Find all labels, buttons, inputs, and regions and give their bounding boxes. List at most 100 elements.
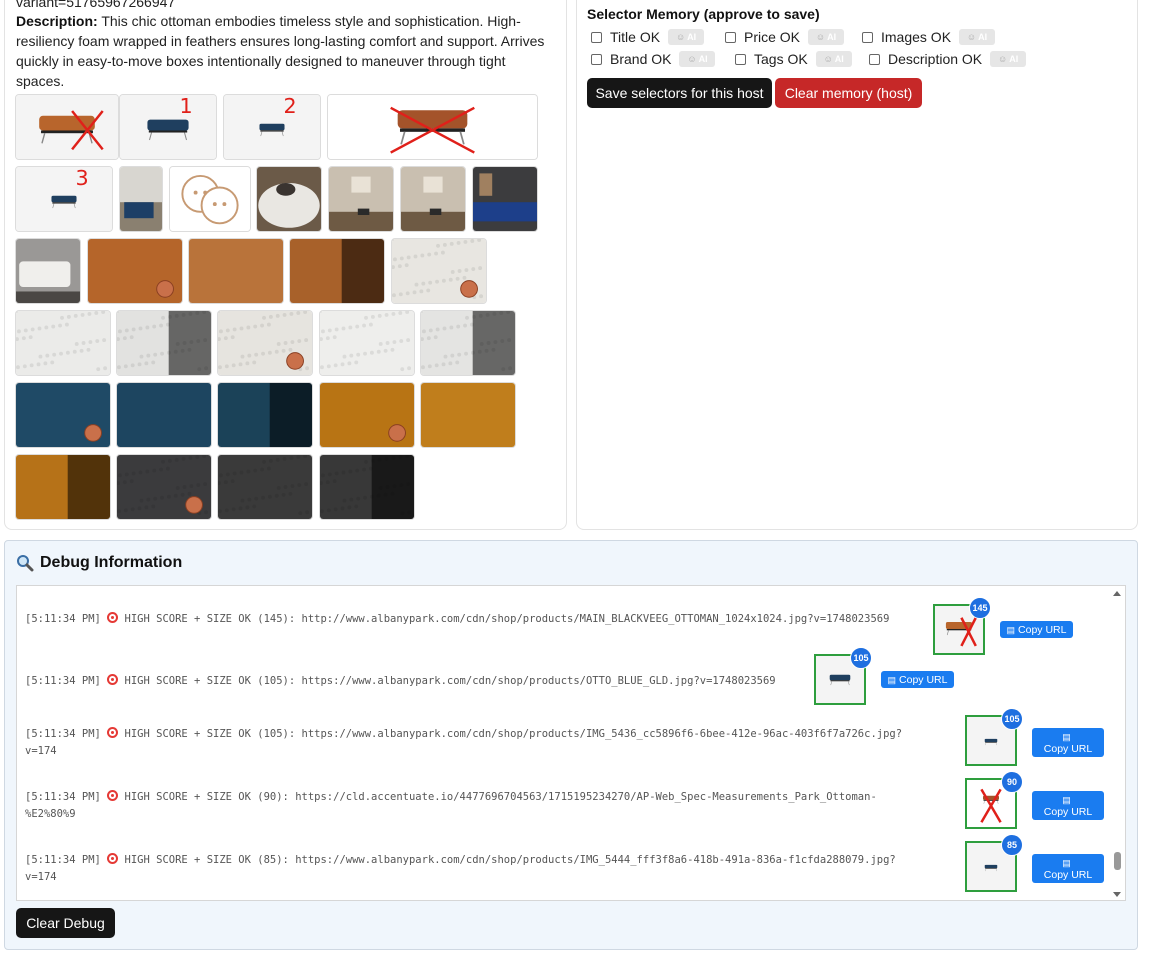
gallery-thumbnail[interactable] [319, 310, 415, 376]
log-thumbnail[interactable]: 105 [814, 647, 872, 705]
debug-title: Debug Information [40, 554, 183, 571]
scroll-thumb[interactable] [1114, 852, 1121, 870]
selector-check-brand[interactable]: Brand OK ☺ AI [591, 51, 716, 67]
check-label: Title OK [610, 29, 661, 45]
gallery-thumbnail[interactable] [400, 166, 466, 232]
robot-icon: ☺ [687, 54, 697, 64]
checkbox[interactable] [862, 31, 873, 43]
ai-label: AI [1009, 54, 1019, 64]
copy-url-label: Copy URL [1043, 742, 1093, 755]
ai-suggest-badge[interactable]: ☺ AI [668, 29, 705, 45]
gallery-thumbnail[interactable] [119, 166, 163, 232]
debug-log[interactable]: [5:11:34 PM] HIGH SCORE + SIZE OK (145):… [16, 585, 1126, 901]
magnifier-icon [17, 555, 34, 572]
checkbox[interactable] [735, 53, 746, 65]
check-label: Description OK [888, 51, 983, 67]
gallery-thumbnail[interactable] [319, 382, 415, 448]
target-icon [107, 790, 119, 801]
gallery-thumbnail[interactable]: 3 [15, 166, 113, 232]
gallery-thumbnail[interactable]: 2 [223, 94, 321, 160]
gallery-thumbnail[interactable] [15, 238, 81, 304]
ai-suggest-badge[interactable]: ☺ AI [808, 29, 845, 45]
ai-label: AI [834, 54, 844, 64]
gallery-thumbnail[interactable]: 1 [119, 94, 217, 160]
clipboard-icon: ▤ [1062, 794, 1071, 805]
score-badge: 145 [969, 597, 991, 619]
clear-memory-button[interactable]: Clear memory (host) [775, 78, 922, 108]
gallery-thumbnail[interactable] [87, 238, 183, 304]
gallery-thumbnail[interactable] [217, 382, 313, 448]
gallery-thumbnail[interactable] [116, 382, 212, 448]
log-thumbnail[interactable]: 85 [965, 834, 1023, 892]
copy-url-button[interactable]: ▤ Copy URL [1032, 791, 1104, 820]
score-badge: 85 [1001, 834, 1023, 856]
description-label: Description: [16, 13, 98, 29]
selector-check-tags[interactable]: Tags OK ☺ AI [735, 51, 852, 67]
copy-url-button[interactable]: ▤ Copy URL [1032, 728, 1104, 757]
checkbox[interactable] [591, 53, 602, 65]
save-selectors-button[interactable]: Save selectors for this host [587, 78, 772, 108]
clear-debug-button[interactable]: Clear Debug [16, 908, 115, 938]
gallery-thumbnail[interactable] [188, 238, 284, 304]
scroll-up-arrow-icon[interactable] [1113, 591, 1121, 596]
log-thumbnail[interactable]: 90 [965, 771, 1023, 829]
gallery-thumbnail[interactable] [391, 238, 487, 304]
log-scrollbar[interactable] [1111, 586, 1125, 900]
gallery-thumbnail[interactable] [169, 166, 251, 232]
product-preview-panel: variant=51765967266947 Description: This… [4, 0, 567, 530]
gallery-thumbnail[interactable] [116, 454, 212, 520]
ai-label: AI [698, 54, 708, 64]
debug-header: Debug Information [16, 554, 182, 572]
ai-label: AI [687, 32, 697, 42]
copy-url-button[interactable]: ▤ Copy URL [1032, 854, 1104, 883]
gallery-thumbnail[interactable] [420, 382, 516, 448]
log-text: [5:11:34 PM] HIGH SCORE + SIZE OK (90): … [25, 790, 877, 820]
ai-suggest-badge[interactable]: ☺ AI [990, 51, 1027, 67]
ai-suggest-badge[interactable]: ☺ AI [959, 29, 996, 45]
gallery-thumbnail[interactable] [15, 382, 111, 448]
svg-text:2: 2 [284, 95, 297, 118]
checkbox[interactable] [869, 53, 880, 65]
gallery-thumbnail[interactable] [116, 310, 212, 376]
clipboard-icon: ▤ [887, 674, 897, 685]
clipboard-icon: ▤ [1006, 624, 1016, 635]
selector-check-description[interactable]: Description OK ☺ AI [869, 51, 1027, 67]
checkbox[interactable] [725, 31, 736, 43]
gallery-thumbnail[interactable] [15, 454, 111, 520]
gallery-thumbnail[interactable] [15, 310, 111, 376]
gallery-thumbnail[interactable] [15, 94, 119, 160]
gallery-thumbnail[interactable] [319, 454, 415, 520]
scroll-down-arrow-icon[interactable] [1113, 892, 1121, 897]
selector-check-title[interactable]: Title OK ☺ AI [591, 29, 705, 45]
gallery-thumbnail[interactable] [289, 238, 385, 304]
selector-check-price[interactable]: Price OK ☺ AI [725, 29, 845, 45]
gallery-thumbnail[interactable] [217, 310, 313, 376]
score-badge: 105 [1001, 708, 1023, 730]
robot-icon: ☺ [815, 32, 826, 42]
gallery-thumbnail[interactable] [217, 454, 313, 520]
target-icon [107, 727, 119, 738]
target-icon [107, 853, 119, 864]
log-text: [5:11:34 PM] HIGH SCORE + SIZE OK (145):… [25, 612, 890, 625]
robot-icon: ☺ [823, 54, 833, 64]
score-badge: 90 [1001, 771, 1023, 793]
clipboard-icon: ▤ [1062, 857, 1071, 868]
gallery-thumbnail[interactable] [420, 310, 516, 376]
debug-panel: Debug Information [5:11:34 PM] HIGH SCOR… [4, 540, 1138, 950]
svg-text:3: 3 [76, 167, 89, 190]
copy-url-button[interactable]: ▤ Copy URL [1000, 621, 1073, 638]
gallery-thumbnail[interactable] [256, 166, 322, 232]
gallery-thumbnail[interactable] [327, 94, 538, 160]
gallery-thumbnail[interactable] [328, 166, 394, 232]
gallery-thumbnail[interactable] [472, 166, 538, 232]
log-text: [5:11:34 PM] HIGH SCORE + SIZE OK (105):… [25, 674, 776, 687]
log-thumbnail[interactable]: 145 [933, 597, 991, 655]
log-thumbnail[interactable]: 105 [965, 708, 1023, 766]
selector-check-images[interactable]: Images OK ☺ AI [862, 29, 996, 45]
checkbox[interactable] [591, 31, 602, 43]
ai-suggest-badge[interactable]: ☺ AI [815, 51, 852, 67]
ai-suggest-badge[interactable]: ☺ AI [679, 51, 716, 67]
selector-memory-title: Selector Memory (approve to save) [587, 6, 820, 22]
check-label: Brand OK [610, 51, 672, 67]
copy-url-button[interactable]: ▤ Copy URL [881, 671, 954, 688]
